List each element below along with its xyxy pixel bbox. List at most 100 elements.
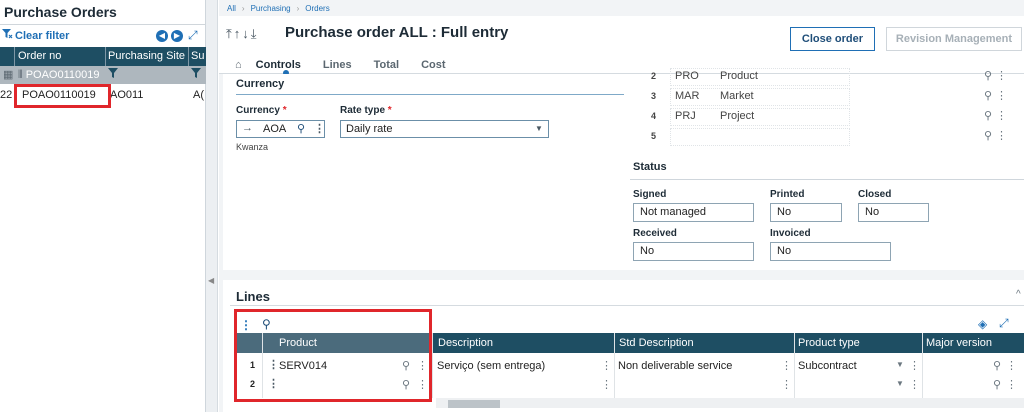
rate-type-value: Daily rate (346, 123, 393, 135)
next-icon[interactable]: ▶ (171, 30, 183, 42)
description-cell[interactable]: Serviço (sem entrega) (437, 360, 545, 372)
last-record-icon[interactable]: ⤓ (251, 26, 259, 41)
breadcrumb-purchasing[interactable]: Purchasing (251, 4, 291, 13)
caret-down-icon[interactable]: ▼ (896, 360, 904, 369)
clear-filter-label: Clear filter (15, 29, 70, 42)
search-icon[interactable]: ⚲ (993, 378, 1001, 391)
more-vertical-icon[interactable]: ⋮ (996, 109, 1007, 122)
dimension-code: MAR (675, 90, 700, 102)
row-number: 2 (650, 71, 656, 81)
collapse-arrow-icon[interactable]: ◀ (208, 276, 214, 285)
more-vertical-icon[interactable]: ⋮ (996, 89, 1007, 102)
std-description-cell: Non deliverable service (618, 360, 733, 372)
breadcrumb-orders[interactable]: Orders (305, 4, 329, 13)
invoiced-label: Invoiced (770, 228, 811, 239)
collapse-icon[interactable]: ^ (1016, 289, 1021, 300)
rate-type-label: Rate type * (340, 105, 392, 116)
caret-down-icon[interactable]: ▼ (896, 379, 904, 388)
chevron-right-icon: › (296, 4, 300, 13)
previous-record-icon[interactable]: ↑ (234, 26, 243, 41)
left-grid-filter-row: ▦ ⫴ POAO0110019 (0, 66, 206, 84)
cell-background (670, 108, 850, 126)
clear-filter-button[interactable]: Clear filter (2, 29, 69, 42)
product-type-cell[interactable]: Subcontract (798, 360, 857, 372)
breadcrumb: All › Purchasing › Orders (227, 4, 330, 13)
more-vertical-icon[interactable]: ⋮ (781, 359, 792, 372)
expand-icon[interactable]: ⤢ (188, 28, 198, 43)
rate-type-select[interactable]: Daily rate ▼ (340, 120, 549, 138)
tab-lines[interactable]: Lines (323, 59, 352, 71)
more-vertical-icon[interactable]: ⋮ (601, 359, 612, 372)
row-number: 4 (650, 111, 656, 121)
left-panel: Purchase Orders Clear filter ◀ ▶ ⤢ Order… (0, 0, 206, 412)
breadcrumb-all[interactable]: All (227, 4, 236, 13)
revision-management-button[interactable]: Revision Management (886, 27, 1022, 51)
printed-label: Printed (770, 189, 805, 200)
tab-controls[interactable]: Controls (256, 59, 301, 71)
list-item[interactable]: 4 PRJ Project ⚲ ⋮ (630, 107, 1007, 127)
lines-section-title: Lines (236, 289, 270, 304)
divider (0, 24, 206, 25)
received-label: Received (633, 228, 677, 239)
next-record-icon[interactable]: ↓ (242, 26, 251, 41)
currency-label: Currency * (236, 105, 287, 116)
filter-clear-icon (2, 29, 13, 42)
more-vertical-icon[interactable]: ⋮ (909, 378, 920, 391)
layers-icon[interactable]: ◈ (978, 317, 987, 331)
filter-icon[interactable] (108, 68, 118, 81)
currency-field[interactable]: → AOA ⚲ ⋮ (236, 120, 325, 138)
signed-label: Signed (633, 189, 667, 200)
invoiced-field: No (770, 242, 891, 261)
more-vertical-icon[interactable]: ⋮ (909, 359, 920, 372)
dimension-code: PRJ (675, 110, 696, 122)
currency-name: Kwanza (236, 142, 269, 152)
column-header-product-type[interactable]: Product type (798, 337, 860, 349)
purchasing-site-cell: AO011 (110, 89, 144, 101)
column-header-su[interactable]: Su (191, 50, 204, 62)
row-number: 5 (650, 131, 656, 141)
search-icon[interactable]: ⚲ (984, 69, 992, 82)
status-section-title: Status (633, 161, 667, 173)
list-item[interactable]: 2 PRO Product ⚲ ⋮ (630, 67, 1007, 87)
more-vertical-icon[interactable]: ⋮ (781, 378, 792, 391)
more-vertical-icon[interactable]: ⋮ (1006, 378, 1017, 391)
more-vertical-icon[interactable]: ⋮ (314, 122, 325, 135)
arrow-right-icon[interactable]: → (242, 122, 253, 134)
more-vertical-icon[interactable]: ⋮ (1006, 359, 1017, 372)
row-number: 3 (650, 91, 656, 101)
column-header-major-version[interactable]: Major version (926, 337, 992, 349)
closed-label: Closed (858, 189, 892, 200)
search-icon[interactable]: ⚲ (984, 109, 992, 122)
search-icon[interactable]: ⚲ (297, 122, 305, 135)
search-icon[interactable]: ⚲ (993, 359, 1001, 372)
column-header-order-no[interactable]: Order no (18, 50, 61, 62)
tab-cost[interactable]: Cost (421, 59, 445, 71)
scrollbar-thumb[interactable] (448, 400, 500, 408)
column-header-std-description[interactable]: Std Description (619, 337, 694, 349)
currency-section-title: Currency (236, 78, 285, 90)
first-record-icon[interactable]: ⤒ (226, 26, 234, 41)
panel-splitter[interactable] (206, 0, 218, 412)
column-header-description[interactable]: Description (438, 337, 493, 349)
search-icon[interactable]: ⚲ (984, 129, 992, 142)
horizontal-scrollbar[interactable] (436, 398, 1024, 408)
more-vertical-icon[interactable]: ⋮ (601, 378, 612, 391)
more-vertical-icon[interactable]: ⋮ (996, 129, 1007, 142)
close-order-button[interactable]: Close order (790, 27, 875, 51)
order-no-filter[interactable]: ⫴ POAO0110019 (18, 69, 99, 82)
search-icon[interactable]: ⚲ (984, 89, 992, 102)
page-title: Purchase order ALL : Full entry (285, 24, 509, 41)
divider (230, 305, 1024, 306)
highlight-box (234, 309, 432, 402)
list-item[interactable]: 3 MAR Market ⚲ ⋮ (630, 87, 1007, 107)
expand-icon[interactable]: ⤢ (999, 316, 1009, 331)
home-icon[interactable]: ⌂ (235, 59, 242, 71)
received-field: No (633, 242, 754, 261)
filter-icon[interactable] (191, 68, 201, 81)
tab-total[interactable]: Total (374, 59, 399, 71)
list-item[interactable]: 5 ⚲ ⋮ (630, 127, 1007, 147)
previous-icon[interactable]: ◀ (156, 30, 168, 42)
left-grid-header: Order no Purchasing Site Su (0, 47, 206, 66)
more-vertical-icon[interactable]: ⋮ (996, 69, 1007, 82)
column-header-purchasing-site[interactable]: Purchasing Site (108, 50, 185, 62)
